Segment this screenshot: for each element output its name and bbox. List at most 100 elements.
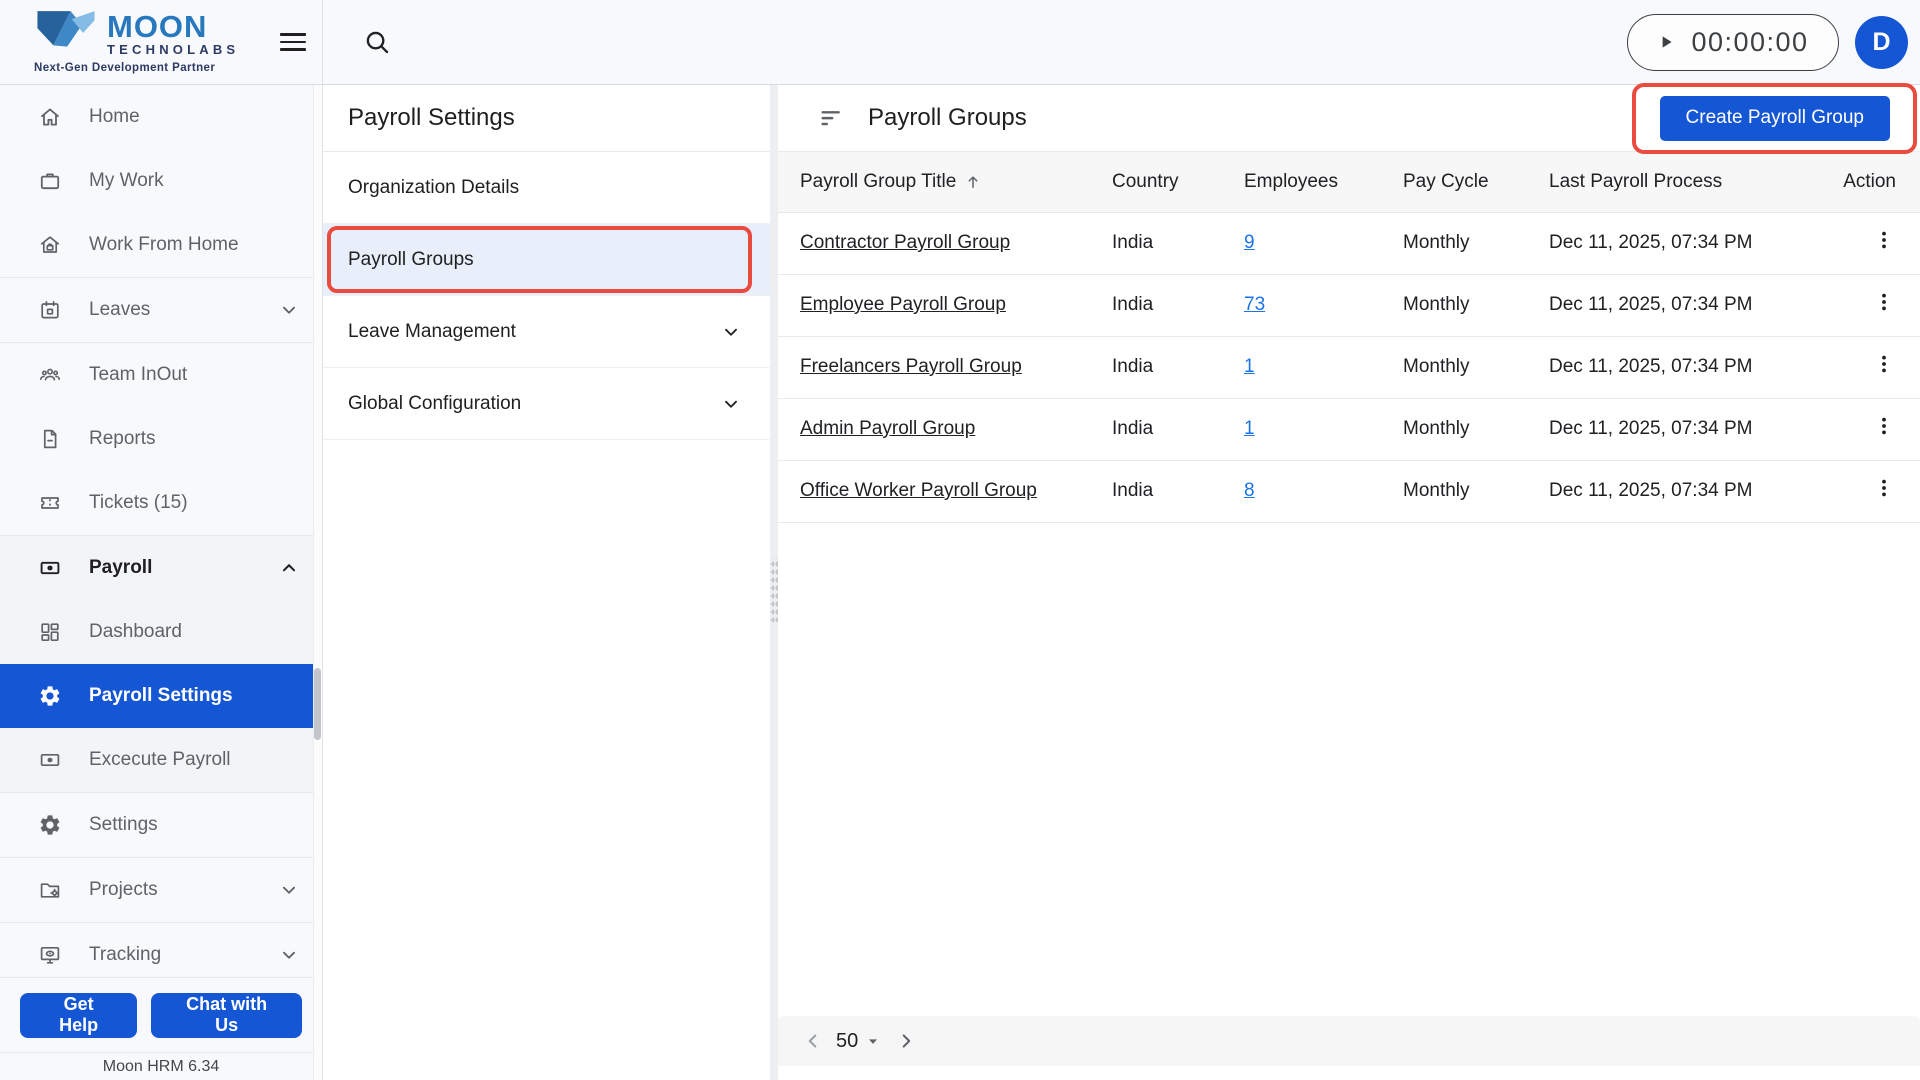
column-header-action: Action [1818, 152, 1920, 212]
settings-item-leave-management[interactable]: Leave Management [323, 296, 770, 368]
sidebar-item-label: Team InOut [89, 364, 187, 386]
sidebar-item-payroll-settings[interactable]: Payroll Settings [0, 664, 322, 728]
group-title-link[interactable]: Employee Payroll Group [800, 294, 1006, 315]
sidebar-scrollbar-thumb[interactable] [314, 668, 321, 740]
dropdown-caret-icon [863, 1031, 883, 1051]
sidebar-item-label: Reports [89, 428, 156, 450]
group-title-link[interactable]: Freelancers Payroll Group [800, 356, 1022, 377]
sidebar-item-tracking[interactable]: Tracking [0, 923, 322, 977]
sidebar-nav: Home My Work Work From Home [0, 85, 322, 977]
country-cell: India [1112, 274, 1244, 336]
sidebar-item-projects[interactable]: Projects [0, 858, 322, 922]
filter-list-icon[interactable] [818, 105, 844, 131]
country-cell: India [1112, 460, 1244, 522]
sidebar: Home My Work Work From Home [0, 85, 323, 1080]
monitor-eye-icon [38, 943, 62, 967]
sidebar-item-label: Dashboard [89, 621, 182, 643]
gear-icon [38, 684, 62, 708]
employee-count-link[interactable]: 9 [1244, 232, 1255, 253]
country-cell: India [1112, 336, 1244, 398]
sidebar-item-home[interactable]: Home [0, 85, 322, 149]
employee-count-link[interactable]: 1 [1244, 356, 1255, 377]
gear-icon [38, 813, 62, 837]
employee-count-link[interactable]: 8 [1244, 480, 1255, 501]
pay-cycle-cell: Monthly [1403, 460, 1549, 522]
pay-cycle-cell: Monthly [1403, 274, 1549, 336]
pay-cycle-cell: Monthly [1403, 336, 1549, 398]
timer-value: 00:00:00 [1691, 27, 1808, 58]
hamburger-menu-icon[interactable] [280, 27, 310, 57]
create-payroll-group-button[interactable]: Create Payroll Group [1660, 96, 1890, 141]
table-header-row: Payroll Group Title Country Employees Pa… [778, 152, 1920, 212]
sidebar-item-label: Tickets (15) [89, 492, 188, 514]
chevron-up-icon [278, 557, 300, 579]
avatar-initial: D [1872, 28, 1890, 57]
column-header-last-process: Last Payroll Process [1549, 152, 1818, 212]
row-actions-kebab-icon[interactable] [1872, 352, 1896, 376]
group-title-link[interactable]: Admin Payroll Group [800, 418, 975, 439]
search-icon[interactable] [363, 28, 391, 56]
logo-area: MOON TECHNOLABS Next-Gen Development Par… [0, 0, 323, 84]
sort-ascending-icon [964, 173, 982, 191]
brand-subname: TECHNOLABS [107, 42, 239, 57]
payroll-settings-panel: Payroll Settings Organization Details Pa… [323, 85, 770, 1080]
settings-item-payroll-groups[interactable]: Payroll Groups [323, 224, 770, 296]
sidebar-item-execute-payroll[interactable]: Excecute Payroll [0, 728, 322, 792]
sidebar-item-team-inout[interactable]: Team InOut [0, 343, 322, 407]
sidebar-item-settings[interactable]: Settings [0, 793, 322, 857]
chevron-down-icon [278, 879, 300, 901]
get-help-button[interactable]: Get Help [20, 993, 137, 1038]
group-title-link[interactable]: Contractor Payroll Group [800, 232, 1010, 253]
sidebar-item-tickets[interactable]: Tickets (15) [0, 471, 322, 535]
row-actions-kebab-icon[interactable] [1872, 290, 1896, 314]
home-icon [38, 105, 62, 129]
sidebar-item-payroll[interactable]: Payroll [0, 536, 322, 600]
row-actions-kebab-icon[interactable] [1872, 228, 1896, 252]
sidebar-item-leaves[interactable]: Leaves [0, 278, 322, 342]
sidebar-item-work-from-home[interactable]: Work From Home [0, 213, 322, 277]
employee-count-link[interactable]: 1 [1244, 418, 1255, 439]
sidebar-item-dashboard[interactable]: Dashboard [0, 600, 322, 664]
sidebar-item-label: Home [89, 106, 140, 128]
user-avatar[interactable]: D [1855, 16, 1908, 69]
row-actions-kebab-icon[interactable] [1872, 414, 1896, 438]
banknote-icon [38, 556, 62, 580]
brand-name: MOON [107, 12, 239, 42]
resize-handle[interactable] [770, 558, 778, 622]
settings-item-label: Global Configuration [348, 393, 521, 415]
sidebar-help-area: Get Help Chat with Us [0, 977, 322, 1052]
sidebar-item-label: Work From Home [89, 234, 239, 256]
team-icon [38, 363, 62, 387]
row-actions-kebab-icon[interactable] [1872, 476, 1896, 500]
chevron-down-icon [278, 944, 300, 966]
employee-count-link[interactable]: 73 [1244, 294, 1265, 315]
page-size-value: 50 [836, 1030, 858, 1053]
sidebar-item-label: Excecute Payroll [89, 749, 231, 771]
calendar-icon [38, 298, 62, 322]
column-header-employees: Employees [1244, 152, 1403, 212]
document-icon [38, 427, 62, 451]
column-label: Payroll Group Title [800, 171, 956, 193]
settings-item-global-configuration[interactable]: Global Configuration [323, 368, 770, 440]
settings-item-label: Payroll Groups [348, 249, 474, 271]
next-page-icon[interactable] [895, 1030, 917, 1052]
sidebar-item-reports[interactable]: Reports [0, 407, 322, 471]
settings-item-organization-details[interactable]: Organization Details [323, 152, 770, 224]
chevron-down-icon [720, 321, 742, 343]
chat-with-us-button[interactable]: Chat with Us [151, 993, 302, 1038]
play-icon[interactable] [1657, 33, 1675, 51]
timer-widget[interactable]: 00:00:00 [1627, 14, 1839, 71]
sidebar-item-label: Payroll [89, 557, 152, 579]
table-row: Contractor Payroll Group India 9 Monthly… [778, 212, 1920, 274]
sidebar-item-my-work[interactable]: My Work [0, 149, 322, 213]
page-size-select[interactable]: 50 [836, 1030, 883, 1053]
previous-page-icon[interactable] [802, 1030, 824, 1052]
topbar: MOON TECHNOLABS Next-Gen Development Par… [0, 0, 1920, 85]
home-office-icon [38, 233, 62, 257]
group-title-link[interactable]: Office Worker Payroll Group [800, 480, 1037, 501]
table-row: Employee Payroll Group India 73 Monthly … [778, 274, 1920, 336]
last-process-cell: Dec 11, 2025, 07:34 PM [1549, 336, 1818, 398]
payroll-groups-table: Payroll Group Title Country Employees Pa… [778, 152, 1920, 523]
column-header-title[interactable]: Payroll Group Title [778, 152, 1112, 212]
sidebar-scrollbar [313, 85, 322, 1080]
